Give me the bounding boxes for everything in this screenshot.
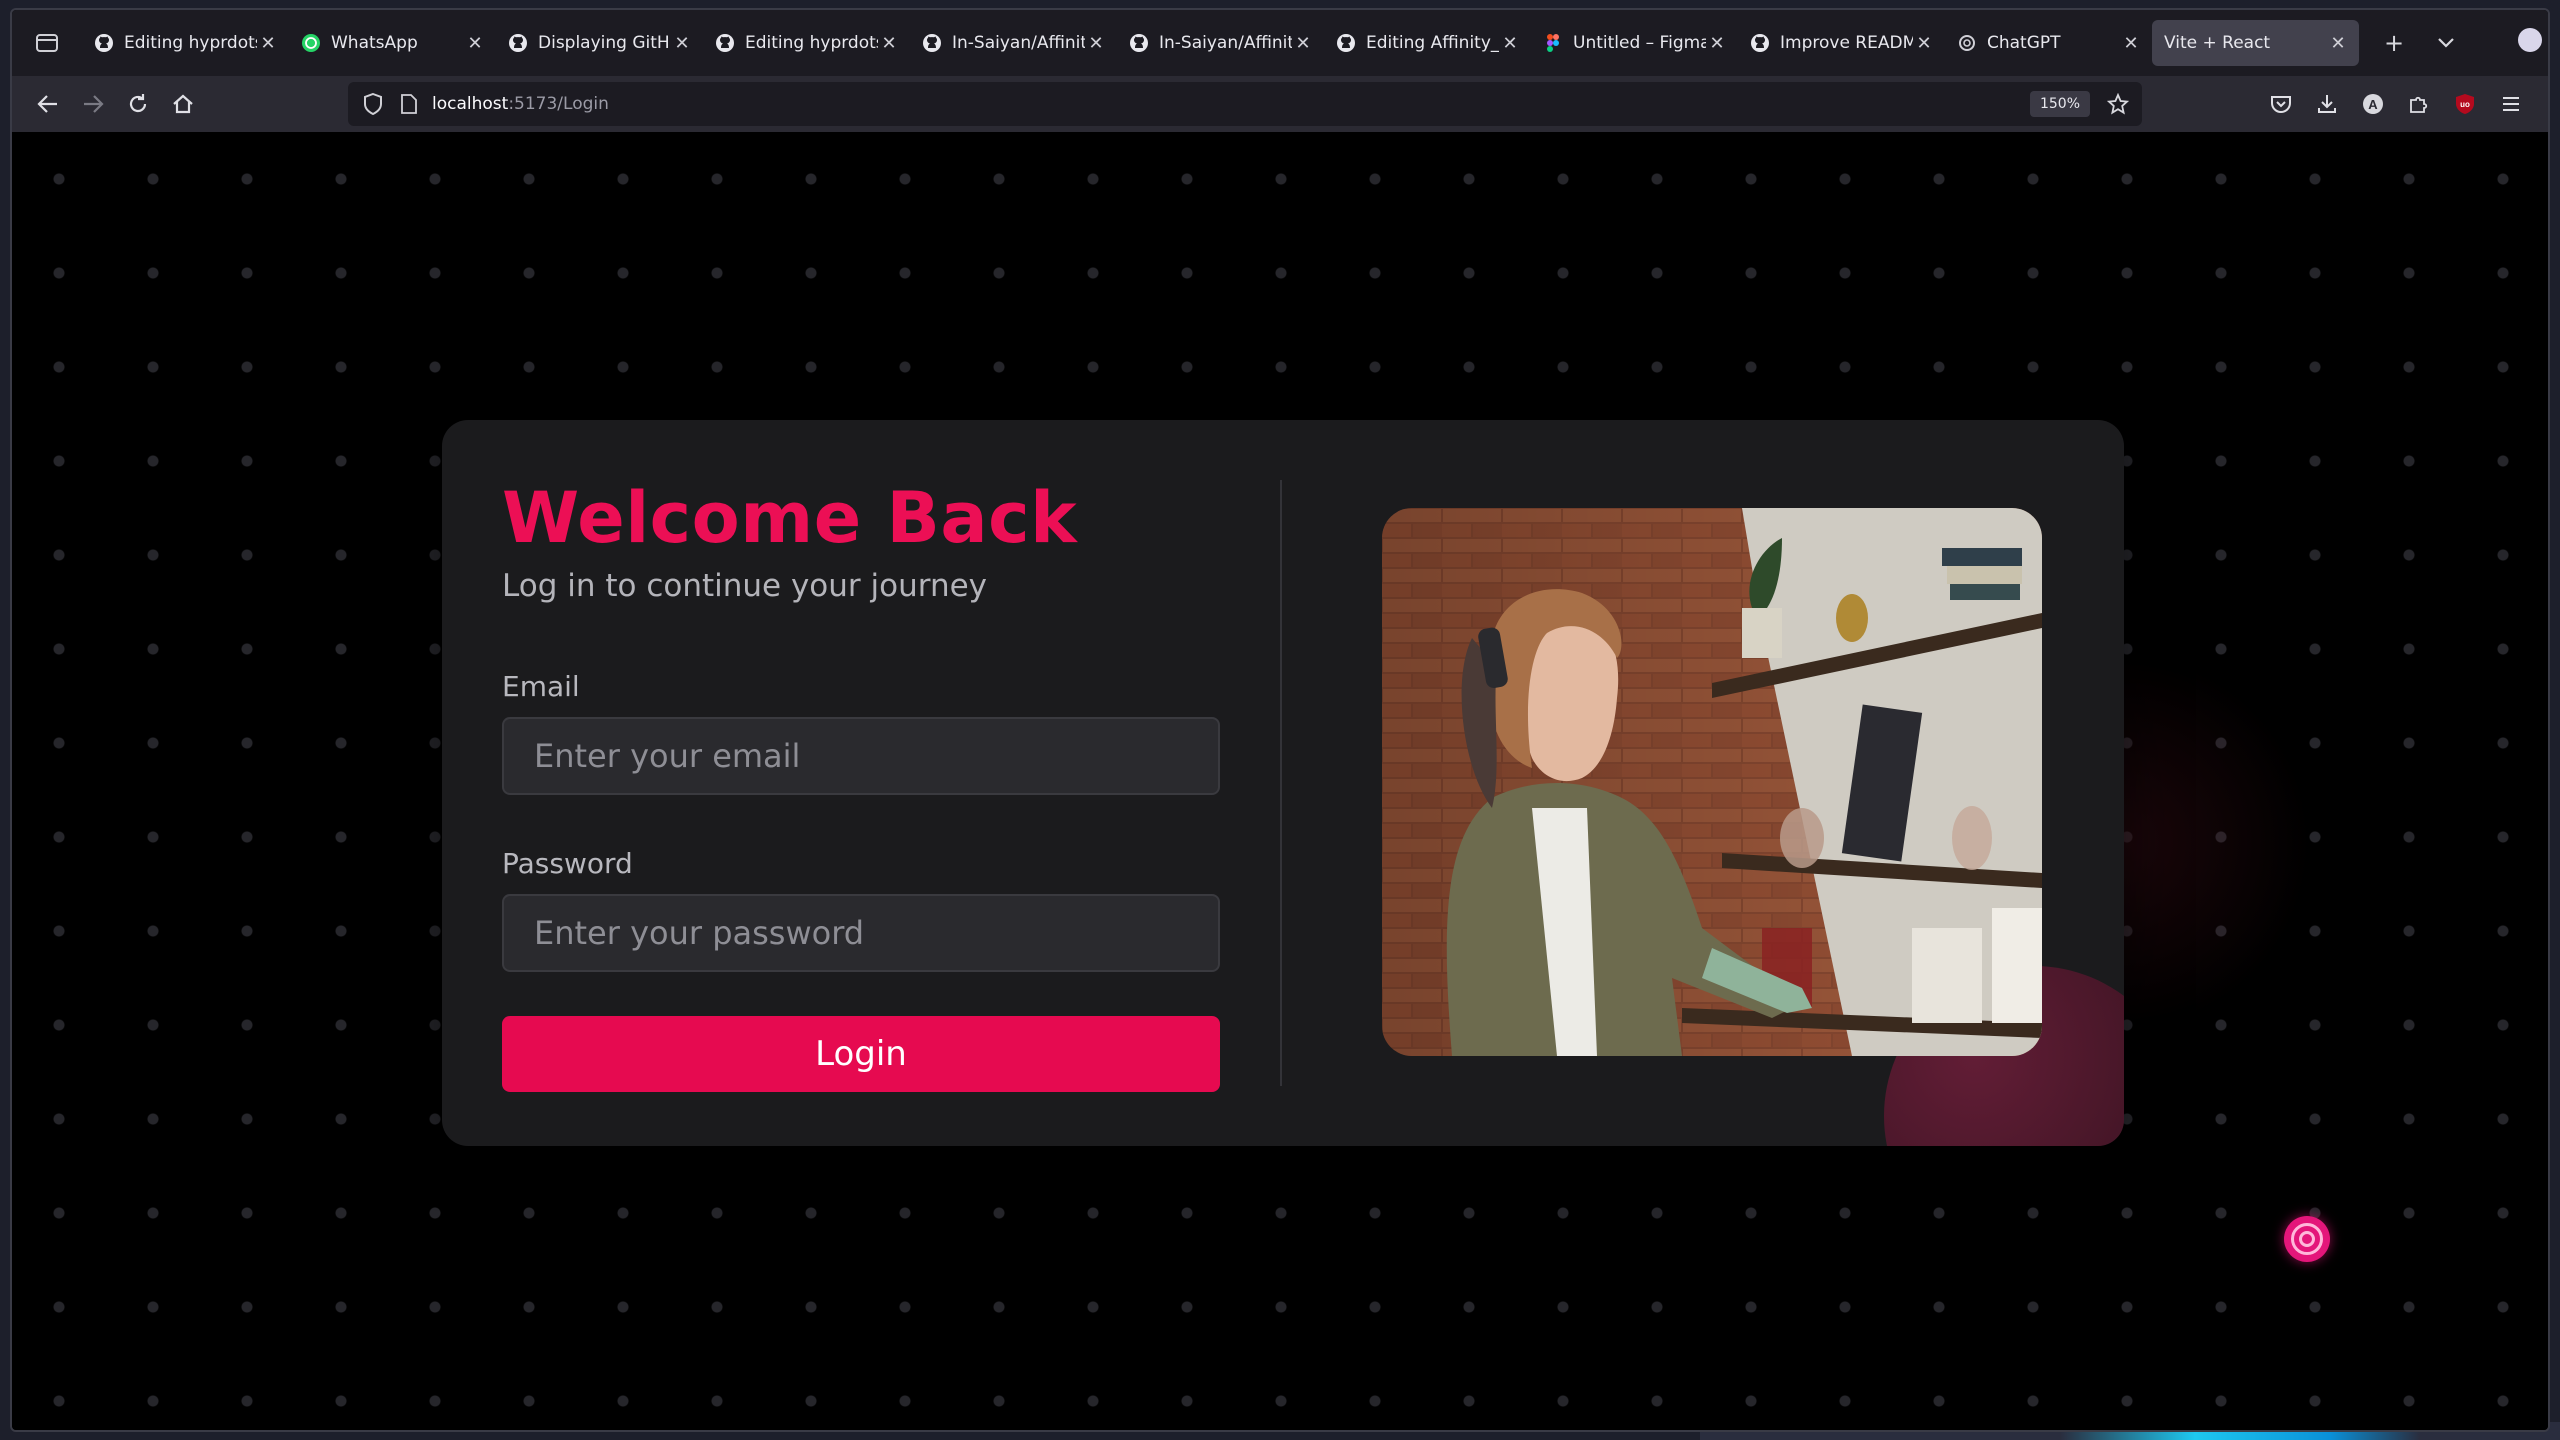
tab-overview-icon[interactable]	[26, 22, 68, 64]
tab[interactable]: Improve README ✕	[1738, 20, 1945, 66]
github-icon	[1336, 33, 1356, 53]
login-button[interactable]: Login	[502, 1016, 1220, 1092]
github-icon	[94, 33, 114, 53]
close-icon[interactable]: ✕	[1292, 32, 1314, 54]
tab[interactable]: WhatsApp ✕	[289, 20, 496, 66]
login-form: Welcome Back Log in to continue your jou…	[502, 476, 1220, 1092]
close-icon[interactable]: ✕	[257, 32, 279, 54]
close-icon[interactable]: ✕	[1913, 32, 1935, 54]
github-icon	[715, 33, 735, 53]
whatsapp-icon	[301, 33, 321, 53]
email-field[interactable]	[502, 717, 1220, 795]
page-icon	[396, 91, 422, 117]
tab[interactable]: Editing Affinity_fr ✕	[1324, 20, 1531, 66]
tab-active[interactable]: Vite + React ✕	[2152, 20, 2359, 66]
download-icon[interactable]	[2305, 82, 2349, 126]
github-icon	[1750, 33, 1770, 53]
close-icon[interactable]: ✕	[2327, 32, 2349, 54]
tabstrip-tools: +	[2373, 22, 2467, 64]
password-label: Password	[502, 847, 633, 880]
target-icon	[2291, 1223, 2323, 1255]
tab[interactable]: In-Saiyan/Affinity_ ✕	[1117, 20, 1324, 66]
hero-image	[1382, 508, 2042, 1056]
profile-icon[interactable]: A	[2351, 82, 2395, 126]
tab[interactable]: Editing hyprdots/R ✕	[82, 20, 289, 66]
extensions-puzzle-icon[interactable]	[2397, 82, 2441, 126]
close-icon[interactable]: ✕	[2120, 32, 2142, 54]
close-icon[interactable]: ✕	[1499, 32, 1521, 54]
floating-action-button[interactable]	[2284, 1216, 2330, 1262]
tab[interactable]: ChatGPT ✕	[1945, 20, 2152, 66]
tab-title: ChatGPT	[1987, 33, 2061, 53]
close-icon[interactable]: ✕	[1706, 32, 1728, 54]
page-content: Welcome Back Log in to continue your jou…	[12, 132, 2548, 1430]
figma-icon	[1543, 33, 1563, 53]
address-bar[interactable]: localhost:5173/Login 150%	[348, 82, 2142, 126]
tab[interactable]: In-Saiyan/Affinity_ ✕	[910, 20, 1117, 66]
tab-list: Editing hyprdots/R ✕ WhatsApp ✕ Displayi…	[82, 20, 2359, 66]
tab[interactable]: Displaying GitHub ✕	[496, 20, 703, 66]
github-icon	[922, 33, 942, 53]
chevron-down-icon[interactable]	[2425, 22, 2467, 64]
ublock-icon[interactable]: uo	[2443, 82, 2487, 126]
back-arrow-icon[interactable]	[26, 82, 70, 126]
tab-title: Editing hyprdots/R	[124, 33, 257, 53]
password-field[interactable]	[502, 894, 1220, 972]
toolbar-right: A uo	[2259, 82, 2534, 126]
home-icon[interactable]	[161, 82, 205, 126]
url-path: :5173/Login	[508, 94, 609, 114]
close-icon[interactable]: ✕	[1085, 32, 1107, 54]
tab-title: Vite + React	[2164, 33, 2271, 53]
close-icon[interactable]: ✕	[671, 32, 693, 54]
close-icon[interactable]: ✕	[878, 32, 900, 54]
divider	[1280, 480, 1282, 1086]
github-icon	[1129, 33, 1149, 53]
url-host: localhost	[432, 94, 509, 114]
tab-title: WhatsApp	[331, 33, 418, 53]
tab-title: Displaying GitHub	[538, 33, 671, 53]
zoom-level-badge[interactable]: 150%	[2029, 91, 2090, 117]
shield-icon[interactable]	[360, 91, 386, 117]
tab-strip: Editing hyprdots/R ✕ WhatsApp ✕ Displayi…	[12, 10, 2548, 76]
close-icon[interactable]: ✕	[464, 32, 486, 54]
tab-title: Improve README	[1780, 33, 1913, 53]
chatgpt-icon	[1957, 33, 1977, 53]
tab[interactable]: Editing hyprdots/R ✕	[703, 20, 910, 66]
new-tab-plus-icon[interactable]: +	[2373, 22, 2415, 64]
page-subtitle: Log in to continue your journey	[502, 568, 988, 604]
tab-title: In-Saiyan/Affinity_	[952, 33, 1085, 53]
tab-title: In-Saiyan/Affinity_	[1159, 33, 1292, 53]
account-avatar-icon[interactable]	[2518, 28, 2542, 52]
svg-text:uo: uo	[2460, 100, 2470, 109]
bookmark-star-icon[interactable]	[2104, 90, 2132, 118]
forward-arrow-icon[interactable]	[71, 82, 115, 126]
reload-icon[interactable]	[116, 82, 160, 126]
svg-text:A: A	[2368, 97, 2378, 112]
tab[interactable]: Untitled – Figma ✕	[1531, 20, 1738, 66]
browser-window: Editing hyprdots/R ✕ WhatsApp ✕ Displayi…	[10, 8, 2550, 1432]
pocket-icon[interactable]	[2259, 82, 2303, 126]
page-title: Welcome Back	[502, 477, 1078, 559]
navigation-bar: localhost:5173/Login 150% A uo	[12, 76, 2548, 132]
github-icon	[508, 33, 528, 53]
hamburger-menu-icon[interactable]	[2489, 82, 2533, 126]
tab-title: Editing Affinity_fr	[1366, 33, 1499, 53]
tab-title: Editing hyprdots/R	[745, 33, 878, 53]
tab-title: Untitled – Figma	[1573, 33, 1706, 53]
email-label: Email	[502, 670, 580, 703]
login-card: Welcome Back Log in to continue your jou…	[442, 420, 2124, 1146]
